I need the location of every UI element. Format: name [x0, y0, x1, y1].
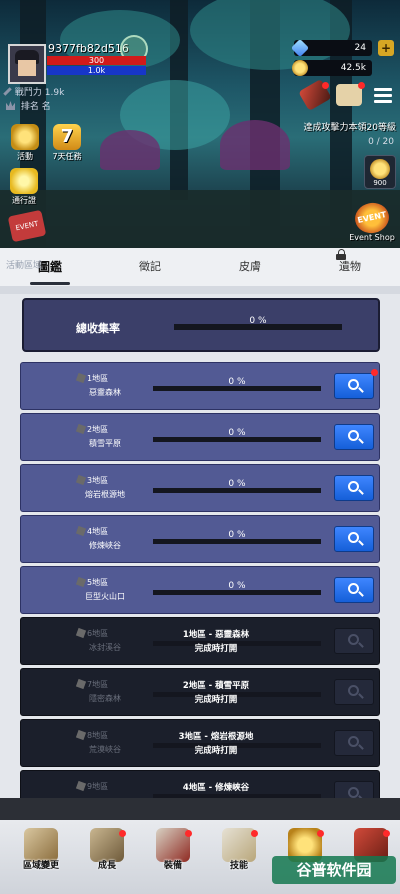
region-card-2[interactable]: 2地區積雪平原 0 %: [20, 413, 380, 461]
region-gem-icon: [75, 729, 87, 741]
region-search-button: [334, 781, 374, 798]
nav-equipment-button[interactable]: 裝備: [144, 820, 202, 894]
region-search-button: [334, 628, 374, 654]
region-progress-percent: 0 %: [228, 479, 246, 489]
region-card-3[interactable]: 3地區熔岩根源地 0 %: [20, 464, 380, 512]
region-search-button[interactable]: [334, 424, 374, 450]
region-lock-message: 2地區 - 積雪平原 完成時打開: [131, 679, 301, 707]
region-name: 巨型火山口: [85, 592, 125, 601]
region-lock-condition: 完成時打開: [194, 644, 238, 654]
region-gem-icon: [75, 423, 87, 435]
region-card-4[interactable]: 4地區修煉峽谷 0 %: [20, 515, 380, 563]
region-name: 積雪平原: [89, 439, 121, 448]
region-number: 6地區: [87, 629, 109, 638]
region-gem-icon: [75, 525, 87, 537]
region-progress-percent: 0 %: [228, 530, 246, 540]
region-gem-icon: [75, 780, 87, 792]
nav-area-change-button[interactable]: 區域變更: [12, 820, 70, 894]
nav-alert-dot: [119, 830, 126, 837]
region-number: 3地區: [87, 476, 109, 485]
region-progress-percent: 0 %: [228, 581, 246, 591]
region-lock-condition: 完成時打開: [194, 746, 238, 756]
region-lock-requirement: 4地區 - 修煉峽谷: [182, 783, 250, 793]
region-progress-percent: 0 %: [228, 377, 246, 387]
region-alert-dot: [371, 369, 378, 376]
region-lock-requirement: 1地區 - 惡靈森林: [182, 630, 250, 640]
region-number: 9地區: [87, 782, 109, 791]
region-search-button: [334, 730, 374, 756]
nav-alert-dot: [317, 830, 324, 837]
region-card-8[interactable]: 8地區 荒漠峽谷 3地區 - 熔岩根源地 完成時打開: [20, 719, 380, 767]
region-card-1[interactable]: 1地區惡靈森林 0 %: [20, 362, 380, 410]
region-number: 7地區: [87, 680, 109, 689]
region-gem-icon: [75, 474, 87, 486]
region-gem-icon: [75, 372, 87, 384]
region-lock-condition: 完成時打開: [194, 695, 238, 705]
region-gem-icon: [75, 576, 87, 588]
region-name: 惡靈森林: [89, 388, 121, 397]
region-name: 修煉峽谷: [89, 541, 121, 550]
nav-label: 區域變更: [22, 861, 59, 871]
region-search-button[interactable]: [334, 526, 374, 552]
region-search-button: [334, 679, 374, 705]
nav-separator: [0, 798, 400, 820]
nav-label: 成長: [97, 861, 116, 871]
region-number: 8地區: [87, 731, 109, 740]
region-progress-percent: 0 %: [228, 428, 246, 438]
nav-label: 裝備: [163, 861, 182, 871]
region-gem-icon: [75, 678, 87, 690]
region-card-7[interactable]: 7地區 隱密森林 2地區 - 積雪平原 完成時打開: [20, 668, 380, 716]
nav-alert-dot: [185, 830, 192, 837]
region-number: 4地區: [87, 527, 109, 536]
region-name: 熔岩根源地: [85, 490, 125, 499]
region-gem-icon: [75, 627, 87, 639]
region-lock-message: 3地區 - 熔岩根源地 完成時打開: [131, 730, 301, 758]
region-search-button[interactable]: [334, 475, 374, 501]
region-lock-requirement: 3地區 - 熔岩根源地: [178, 732, 254, 742]
nav-alert-dot: [251, 830, 258, 837]
region-card-9[interactable]: 9地區 4地區 - 修煉峽谷: [20, 770, 380, 798]
map-scroll-icon: [24, 828, 58, 862]
region-number: 2地區: [87, 425, 109, 434]
watermark-logo: 谷普软件园: [272, 856, 396, 884]
nav-label: 技能: [229, 861, 248, 871]
region-search-button[interactable]: [334, 373, 374, 399]
region-lock-message: 1地區 - 惡靈森林 完成時打開: [131, 628, 301, 656]
region-number: 5地區: [87, 578, 109, 587]
region-search-button[interactable]: [334, 577, 374, 603]
nav-alert-dot: [383, 830, 390, 837]
nav-growth-button[interactable]: 成長: [78, 820, 136, 894]
region-lock-message: 4地區 - 修煉峽谷: [131, 781, 301, 795]
region-card-6[interactable]: 6地區 冰封溪谷 1地區 - 惡靈森林 完成時打開: [20, 617, 380, 665]
region-lock-requirement: 2地區 - 積雪平原: [182, 681, 250, 691]
region-card-5[interactable]: 5地區巨型火山口 0 %: [20, 566, 380, 614]
region-number: 1地區: [87, 374, 109, 383]
nav-skill-button[interactable]: 技能: [210, 820, 268, 894]
